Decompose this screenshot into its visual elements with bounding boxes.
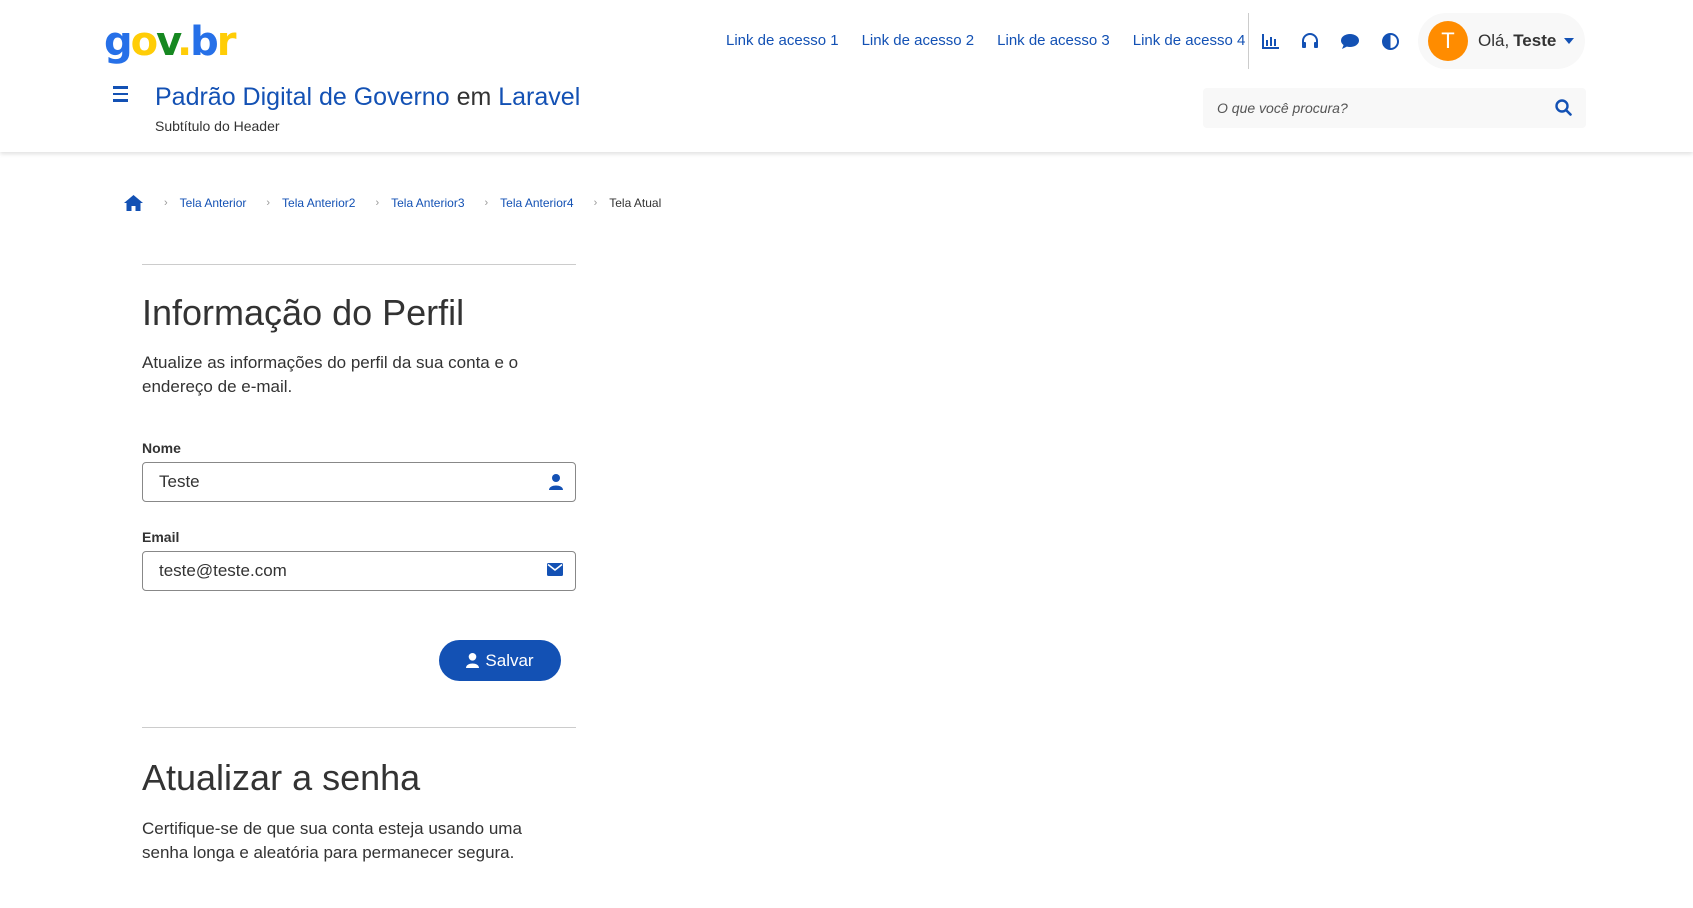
- password-description: Certifique-se de que sua conta esteja us…: [142, 819, 522, 862]
- profile-title: Informação do Perfil: [142, 292, 465, 333]
- chevron-right-icon: ›: [375, 197, 380, 209]
- envelope-icon: [547, 563, 563, 581]
- save-button[interactable]: Salvar: [439, 640, 561, 681]
- site-title: Padrão Digital de Governo em Laravel: [155, 83, 581, 111]
- search-input[interactable]: [1203, 88, 1543, 128]
- home-icon[interactable]: [124, 194, 144, 212]
- name-label: Nome: [142, 440, 181, 456]
- search-icon[interactable]: [1555, 99, 1572, 121]
- user-menu[interactable]: T Olá, Teste: [1418, 13, 1585, 69]
- name-field-wrapper: [142, 462, 576, 502]
- hamburger-menu-icon[interactable]: [113, 86, 131, 104]
- quick-link-1[interactable]: Link de acesso 1: [726, 30, 839, 52]
- chevron-right-icon: ›: [593, 197, 598, 209]
- email-field-wrapper: [142, 551, 576, 591]
- breadcrumb-item: Tela Anterior4: [500, 196, 574, 210]
- profile-description: Atualize as informações do perfil da sua…: [142, 353, 519, 396]
- contrast-icon[interactable]: [1377, 28, 1403, 54]
- header-divider: [1248, 13, 1249, 69]
- headset-icon[interactable]: [1297, 28, 1323, 54]
- chevron-right-icon: ›: [484, 197, 489, 209]
- breadcrumb-current: Tela Atual: [609, 196, 662, 210]
- user-name: Teste: [1513, 31, 1557, 50]
- quick-link-3[interactable]: Link de acesso 3: [997, 30, 1110, 52]
- name-input[interactable]: [143, 463, 533, 501]
- section-divider: [142, 264, 576, 265]
- user-icon: [549, 474, 563, 495]
- chevron-right-icon: ›: [266, 197, 271, 209]
- section-divider: [142, 727, 576, 728]
- quick-links: Link de acesso 1 Link de acesso 2 Link d…: [726, 30, 1268, 52]
- user-icon: [466, 653, 480, 668]
- user-greeting: Olá,: [1478, 31, 1510, 50]
- email-label: Email: [142, 529, 180, 545]
- site-subtitle: Subtítulo do Header: [155, 118, 280, 134]
- chat-icon[interactable]: [1337, 28, 1363, 54]
- chevron-right-icon: ›: [164, 197, 168, 209]
- site-header: gov.br Link de acesso 1 Link de acesso 2…: [0, 0, 1693, 152]
- password-title: Atualizar a senha: [142, 757, 421, 798]
- caret-down-icon: [1564, 38, 1575, 44]
- breadcrumb-item: Tela Anterior: [179, 196, 247, 210]
- email-input[interactable]: [143, 552, 533, 590]
- breadcrumb-item: Tela Anterior2: [282, 196, 356, 210]
- search-box: [1203, 88, 1586, 128]
- breadcrumb: › Tela Anterior › Tela Anterior2 › Tela …: [124, 194, 661, 212]
- breadcrumb-item: Tela Anterior3: [391, 196, 465, 210]
- avatar: T: [1428, 21, 1468, 61]
- govbr-logo[interactable]: gov.br: [104, 18, 236, 66]
- quick-link-4[interactable]: Link de acesso 4: [1133, 30, 1246, 52]
- chart-icon[interactable]: [1257, 28, 1283, 54]
- quick-link-2[interactable]: Link de acesso 2: [862, 30, 975, 52]
